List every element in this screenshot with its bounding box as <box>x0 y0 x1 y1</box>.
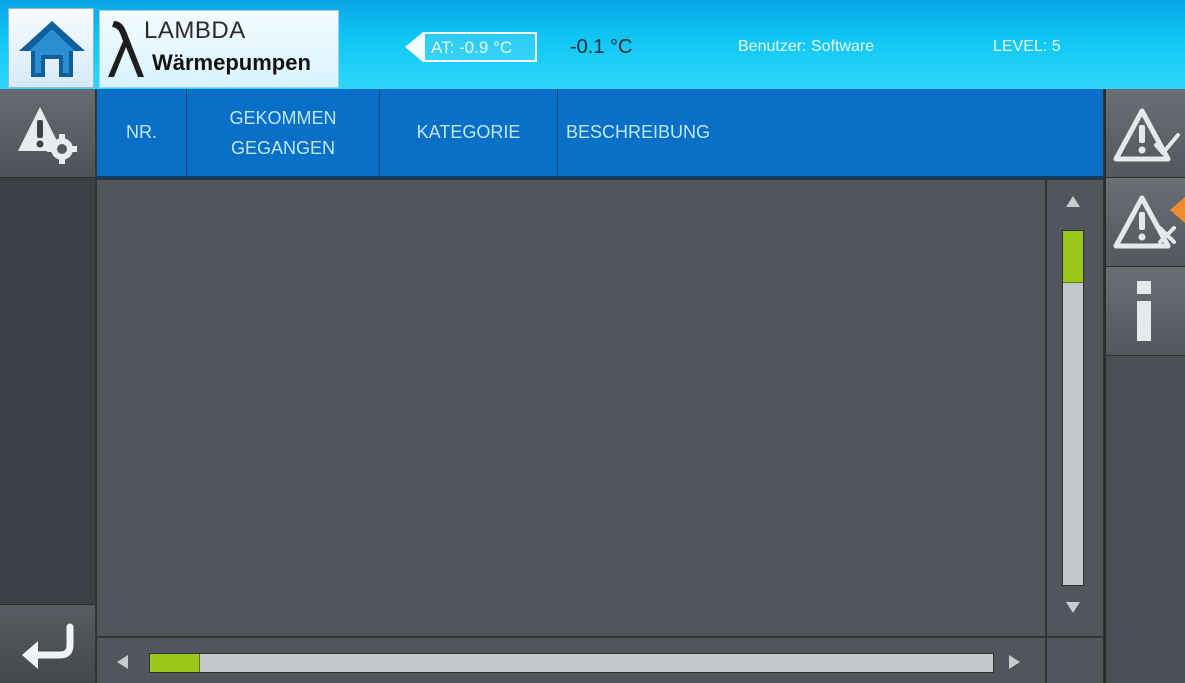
column-description-label: BESCHREIBUNG <box>566 122 711 142</box>
outdoor-temp-box: AT: -0.9 °C <box>423 32 537 62</box>
horizontal-scroll-track[interactable] <box>149 653 994 673</box>
acknowledge-alarm-button[interactable] <box>1106 89 1185 178</box>
vertical-scroll-thumb[interactable] <box>1063 231 1083 283</box>
column-number-label: NR. <box>126 122 157 142</box>
column-came-label: GEKOMMEN <box>229 107 337 128</box>
scrollbar-corner <box>1047 638 1103 683</box>
brand-logo: LAMBDA Wärmepumpen <box>99 10 339 88</box>
side-tab-indicator <box>1170 196 1185 224</box>
left-sidebar <box>0 89 95 683</box>
column-went-label: GEGANGEN <box>230 137 336 158</box>
column-header-came-went[interactable]: GEKOMMEN GEGANGEN <box>187 89 380 176</box>
alarm-table-body <box>97 180 1045 636</box>
scroll-left-icon[interactable] <box>117 655 128 669</box>
outdoor-temp-label: AT: -0.9 °C <box>431 38 513 57</box>
alarm-screen: LAMBDA Wärmepumpen AT: -0.9 °C -0.1 °C B… <box>0 0 1185 683</box>
column-header-category[interactable]: KATEGORIE <box>380 89 558 176</box>
scroll-right-icon[interactable] <box>1009 655 1020 669</box>
column-header-description[interactable]: BESCHREIBUNG <box>558 89 1103 176</box>
vertical-scrollbar[interactable] <box>1047 180 1103 636</box>
info-icon <box>1137 281 1151 341</box>
info-button[interactable] <box>1106 267 1185 356</box>
outdoor-temp-indicator: AT: -0.9 °C <box>405 32 537 62</box>
home-button[interactable] <box>8 8 94 88</box>
temperature-value: -0.1 °C <box>570 36 633 58</box>
column-header-number[interactable]: NR. <box>97 89 187 176</box>
level-label: LEVEL: 5 <box>993 38 1061 55</box>
home-icon <box>19 21 85 77</box>
horizontal-scrollbar[interactable] <box>97 638 1045 683</box>
logo-subtitle: Wärmepumpen <box>152 50 311 75</box>
pointer-arrow-icon <box>405 32 423 62</box>
right-sidebar <box>1104 89 1185 683</box>
scroll-down-icon[interactable] <box>1066 602 1080 613</box>
back-button[interactable] <box>0 604 95 683</box>
user-label: Benutzer: Software <box>738 38 875 55</box>
logo-title: LAMBDA <box>144 17 246 44</box>
alarm-settings-icon <box>18 107 77 164</box>
alarm-table-header: NR. GEKOMMEN GEGANGEN KATEGORIE BESCHREI… <box>97 89 1103 178</box>
alarm-settings-button[interactable] <box>0 89 95 178</box>
back-arrow-icon <box>22 623 74 669</box>
vertical-scroll-track[interactable] <box>1062 230 1084 586</box>
column-category-label: KATEGORIE <box>416 122 521 142</box>
top-bar: LAMBDA Wärmepumpen AT: -0.9 °C -0.1 °C B… <box>0 0 1185 89</box>
horizontal-scroll-thumb[interactable] <box>150 654 200 672</box>
alarm-acknowledge-icon <box>1113 108 1180 162</box>
scroll-up-icon[interactable] <box>1066 196 1080 207</box>
